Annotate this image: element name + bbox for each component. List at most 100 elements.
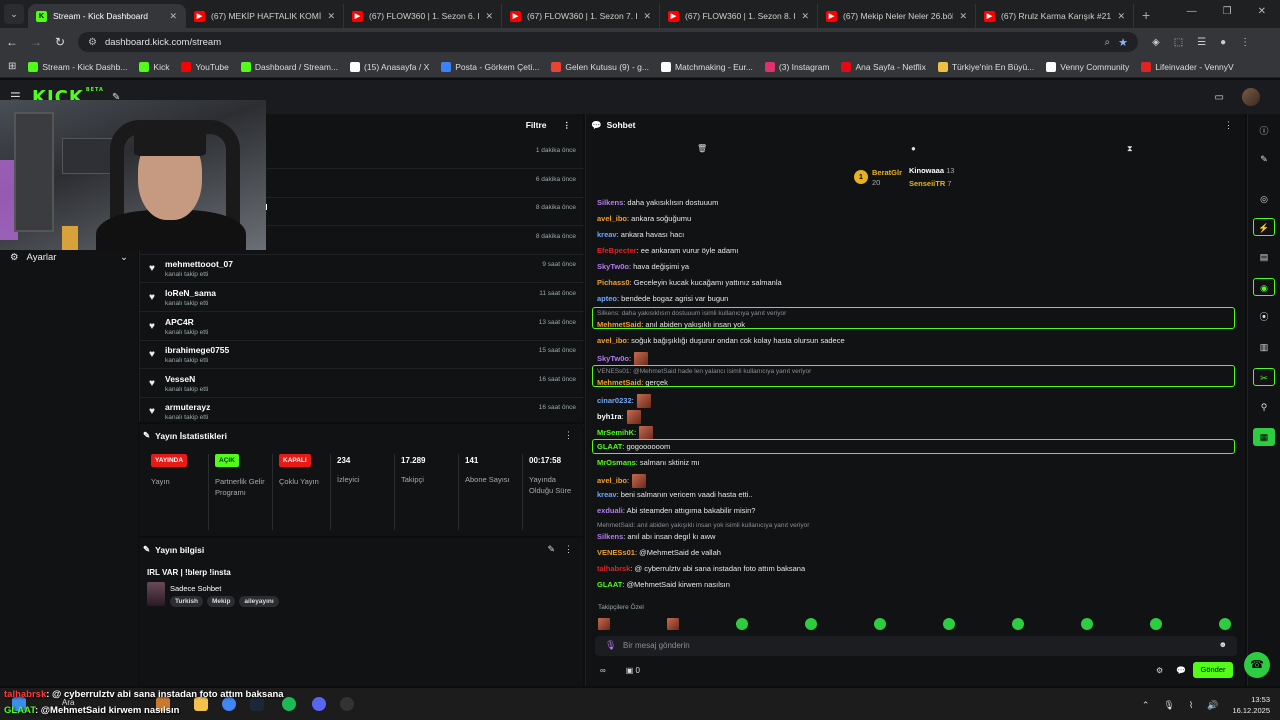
chat-username[interactable]: VENESs01	[597, 548, 635, 557]
feed-username[interactable]: mehmettooot_07	[165, 259, 233, 269]
bookmark-item[interactable]: (15) Anasayfa / X	[350, 61, 429, 72]
settings-menu-item[interactable]: ⚙ Ayarlar ⌄	[10, 252, 128, 263]
flash-icon[interactable]: ⚡	[1253, 218, 1275, 236]
emote-icon[interactable]	[805, 618, 817, 630]
new-tab-button[interactable]: +	[1142, 7, 1150, 23]
chat-username[interactable]: kreav	[597, 230, 617, 239]
browser-tab[interactable]: ▶ (67) FLOW360 | 1. Sezon 7. Böl... ✕	[502, 4, 660, 28]
browser-tab[interactable]: ▶ (67) FLOW360 | 1. Sezon 6. Böl... ✕	[344, 4, 502, 28]
info-kebab-icon[interactable]: ⋮	[564, 544, 573, 555]
emote-icon[interactable]	[1081, 618, 1093, 630]
chat-username[interactable]: GLAAT	[597, 580, 622, 589]
feed-username[interactable]: APC4R	[165, 317, 194, 327]
bookmark-item[interactable]: (3) Instagram	[764, 61, 829, 72]
chat-icon[interactable]: ◉	[1253, 278, 1275, 296]
tag-chip[interactable]: Turkish	[170, 596, 203, 607]
bookmark-item[interactable]: Lifeinvader - VennyV	[1141, 61, 1234, 72]
emote-icon[interactable]	[943, 618, 955, 630]
send-button[interactable]: Gönder	[1193, 662, 1233, 678]
browser-tab[interactable]: ▶ (67) Rrulz Karma Karışık #21 - ... ✕	[976, 4, 1134, 28]
reading-list-icon[interactable]: ☰	[1197, 37, 1206, 48]
bookmark-item[interactable]: YouTube	[181, 61, 229, 72]
chat-username[interactable]: avel_ibo	[597, 336, 627, 345]
discord-icon[interactable]	[312, 697, 326, 711]
bookmark-item[interactable]: Türkiye'nin En Büyü...	[937, 61, 1034, 72]
emote-icon[interactable]	[1012, 618, 1024, 630]
chat-username[interactable]: byh1ra	[597, 412, 622, 421]
category-name[interactable]: Sadece Sohbet	[170, 584, 221, 593]
chat-username[interactable]: SkyTw0o	[597, 262, 629, 271]
tab-close-icon[interactable]: ✕	[485, 11, 493, 22]
forward-button[interactable]: →	[24, 35, 48, 49]
bookmark-item[interactable]: Ana Sayfa - Netflix	[841, 61, 926, 72]
emote-icon[interactable]	[1150, 618, 1162, 630]
chat-username[interactable]: Pichass0	[597, 278, 630, 287]
bookmark-item[interactable]: Matchmaking - Eur...	[660, 61, 753, 72]
chat-username[interactable]: cinar0232	[597, 396, 632, 405]
tag-chip[interactable]: aileyayını	[239, 596, 279, 607]
chat-username[interactable]: MrSemihK	[597, 428, 634, 437]
user-avatar[interactable]	[1242, 88, 1260, 106]
infinity-icon[interactable]: ∞	[600, 666, 606, 675]
gift-count[interactable]: ▣ 0	[626, 666, 640, 675]
browser-tab[interactable]: ▶ (67) MEKİP HAFTALIK KOMİK A... ✕	[186, 4, 344, 28]
maximize-button[interactable]: ❐	[1223, 6, 1232, 17]
bookmark-item[interactable]: Kick	[139, 61, 169, 72]
url-text[interactable]: dashboard.kick.com/stream	[105, 37, 1097, 48]
edit-icon[interactable]: ✎	[547, 544, 555, 555]
tab-close-icon[interactable]: ✕	[169, 11, 177, 22]
chat-username[interactable]: MehmetSaid	[597, 320, 641, 329]
tab-close-icon[interactable]: ✕	[959, 11, 967, 22]
bookmark-item[interactable]: Posta - Görkem Çeti...	[441, 61, 539, 72]
chat-username[interactable]: avel_ibo	[597, 214, 627, 223]
tab-close-icon[interactable]: ✕	[801, 11, 809, 22]
leader-second[interactable]: Kinowaaa 13	[909, 166, 954, 175]
clock[interactable]: 13:53 16.12.2025	[1232, 694, 1270, 716]
tab-close-icon[interactable]: ✕	[643, 11, 651, 22]
storage-icon[interactable]: ▥	[1253, 338, 1275, 356]
info-icon[interactable]: ⓘ	[1253, 122, 1275, 140]
camera-icon[interactable]: ◎	[1253, 190, 1275, 208]
emote-icon[interactable]	[667, 618, 679, 630]
edit-icon[interactable]: ✎	[1253, 150, 1275, 168]
chat-username[interactable]: MehmetSaid	[597, 378, 641, 387]
feed-username[interactable]: loReN_sama	[165, 288, 216, 298]
chat-username[interactable]: apteo	[597, 294, 617, 303]
chat-settings-icon[interactable]: ⚙	[1156, 666, 1163, 675]
spotify-icon[interactable]	[282, 697, 296, 711]
volume-icon[interactable]: 🔊	[1207, 700, 1218, 711]
browser-tab[interactable]: K Stream - Kick Dashboard ✕	[28, 4, 186, 28]
extensions-puzzle-icon[interactable]: ⬚	[1174, 37, 1183, 48]
leader-third[interactable]: SenseiiTR 7	[909, 179, 952, 188]
feed-username[interactable]: armuterayz	[165, 402, 210, 412]
profile-icon[interactable]: ●	[1220, 37, 1226, 48]
browser-tab[interactable]: ▶ (67) Mekip Neler Neler 26.bölü... ✕	[818, 4, 976, 28]
tab-close-icon[interactable]: ✕	[327, 11, 335, 22]
omnibox[interactable]: ⚙ dashboard.kick.com/stream ⌕ ★	[78, 32, 1138, 52]
reload-button[interactable]: ↻	[48, 35, 72, 49]
pin-icon[interactable]: ✎	[143, 430, 150, 441]
minimize-button[interactable]: —	[1187, 6, 1197, 17]
back-button[interactable]: ←	[0, 35, 24, 49]
bookmark-item[interactable]: Venny Community	[1046, 61, 1129, 72]
chat-username[interactable]: EfeBpecter	[597, 246, 637, 255]
close-window-button[interactable]: ✕	[1258, 6, 1266, 17]
apps-icon[interactable]: ⊞	[8, 61, 16, 72]
chat-username[interactable]: Silkens	[597, 198, 623, 207]
bookmark-item[interactable]: Stream - Kick Dashb...	[28, 61, 127, 72]
bookmark-star-icon[interactable]: ★	[1118, 36, 1128, 49]
stats-kebab-icon[interactable]: ⋮	[564, 430, 573, 441]
chat-kebab-icon[interactable]: ⋮	[1224, 120, 1233, 131]
emote-icon[interactable]	[598, 618, 610, 630]
tag-chip[interactable]: Mekip	[207, 596, 236, 607]
bookmark-item[interactable]: Gelen Kutusu (9) - g...	[551, 61, 649, 72]
chat-username[interactable]: Silkens	[597, 532, 623, 541]
chat-username[interactable]: MrOsmans	[597, 458, 636, 467]
chat-username[interactable]: GLAAT	[597, 442, 622, 451]
chat-emote-icon[interactable]: 💬	[1176, 666, 1186, 675]
feed-username[interactable]: VesseN	[165, 374, 195, 384]
leader-first-name[interactable]: BeratGlr	[872, 168, 902, 177]
filter-button[interactable]: Filtre	[526, 120, 547, 130]
tools-icon[interactable]: ✂	[1253, 368, 1275, 386]
share-icon[interactable]: ⚲	[1253, 398, 1275, 416]
